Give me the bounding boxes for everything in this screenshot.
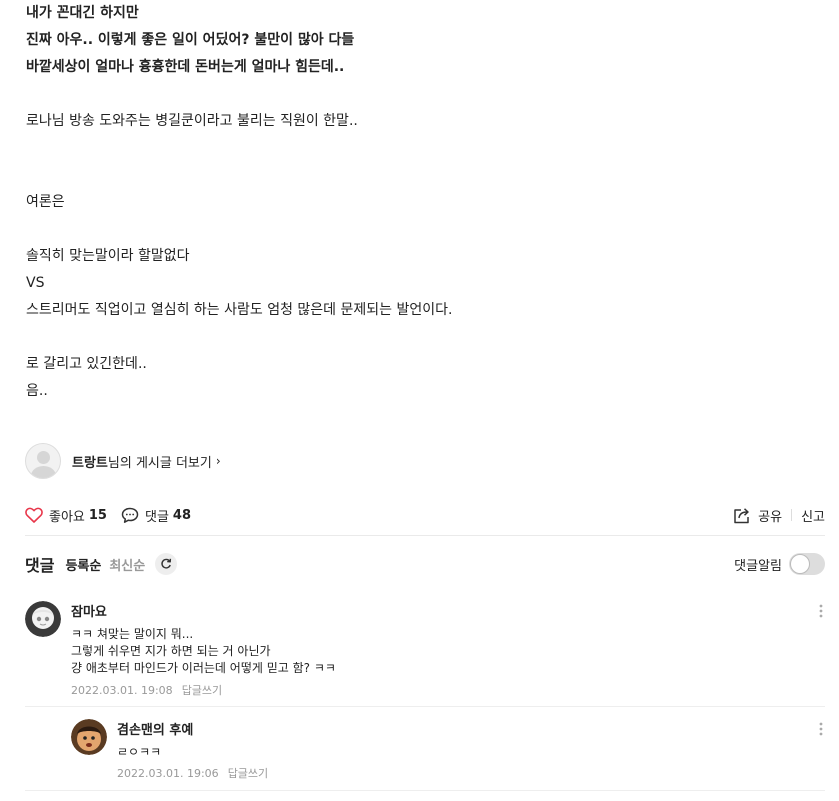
vertical-dots-icon[interactable]: [819, 604, 825, 618]
comment-count-button[interactable]: 댓글 48: [121, 506, 191, 525]
post-line: 여론은: [26, 194, 65, 210]
comment-date: 2022.03.01. 19:08: [71, 684, 173, 697]
comment-item: 잠마요 ㅋㅋ 쳐맞는 말이지 뭐... 그렇게 쉬우면 지가 하면 되는 거 아…: [25, 601, 825, 701]
comment-notify-label: 댓글알림: [734, 558, 782, 574]
report-button[interactable]: 신고: [801, 506, 825, 525]
comment-divider: [25, 790, 825, 791]
author-more-suffix[interactable]: 님의 게시글 더보기: [108, 452, 212, 471]
comments-header: 댓글 등록순 최신순 댓글알림: [25, 550, 825, 578]
post-line: 스트리머도 직업이고 열심히 하는 사람도 엄청 많은데 문제되는 발언이다.: [26, 302, 453, 318]
like-label: 좋아요: [49, 509, 85, 525]
vertical-dots-icon[interactable]: [819, 722, 825, 736]
share-label: 공유: [758, 509, 783, 525]
share-button[interactable]: 공유: [733, 506, 782, 525]
comment-divider: [25, 706, 825, 707]
comment-line: 그렇게 쉬우면 지가 하면 되는 거 아닌가: [71, 644, 271, 658]
comments-title: 댓글: [25, 556, 55, 575]
share-icon: [734, 507, 749, 523]
refresh-icon[interactable]: [155, 553, 178, 575]
post-body: 내가 꼰대긴 하지만진짜 아우.. 이렇게 좋은 일이 어딨어? 불만이 많아 …: [26, 0, 826, 405]
post-line: 진짜 아우.. 이렇게 좋은 일이 어딨어? 불만이 많아 다들: [26, 32, 355, 48]
comment-meta: 2022.03.01. 19:08 답글쓰기: [71, 682, 222, 698]
chevron-right-icon[interactable]: ›: [216, 454, 221, 468]
reply-button[interactable]: 답글쓰기: [182, 684, 222, 697]
post-line: 바깥세상이 얼마나 흉흉한데 돈버는게 얼마나 힘든데..: [26, 59, 345, 75]
author-nickname[interactable]: 트랑트: [72, 452, 108, 471]
commenter-avatar[interactable]: [71, 719, 107, 755]
post-line: 로나님 방송 도와주는 병길쿤이라고 불리는 직원이 한말..: [26, 113, 358, 129]
like-button[interactable]: 좋아요 15: [25, 506, 107, 525]
like-count: 15: [88, 507, 107, 523]
post-line: 로 갈리고 있긴한데..: [26, 356, 147, 372]
comment-count: 48: [172, 507, 191, 523]
action-separator: [791, 509, 793, 521]
post-line: 내가 꼰대긴 하지만: [26, 5, 139, 21]
comment-line: ㄹㅇㅋㅋ: [117, 745, 162, 759]
comment-notify-toggle[interactable]: [789, 553, 825, 575]
commenter-nickname[interactable]: 잠마요: [71, 601, 107, 620]
comment-date: 2022.03.01. 19:06: [117, 767, 219, 780]
section-divider: [25, 535, 825, 536]
sort-latest-tab[interactable]: 최신순: [109, 555, 145, 574]
comment-meta: 2022.03.01. 19:06 답글쓰기: [117, 765, 268, 781]
heart-outline-icon: [25, 507, 43, 523]
comment-label: 댓글: [144, 509, 169, 525]
commenter-nickname[interactable]: 겸손맨의 후예: [117, 719, 193, 738]
comment-line: ㅋㅋ 쳐맞는 말이지 뭐...: [71, 627, 194, 641]
post-line: VS: [26, 275, 45, 291]
comment-text: ㄹㅇㅋㅋ: [117, 744, 161, 761]
author-more-link[interactable]: 트랑트 님의 게시글 더보기 ›: [25, 442, 221, 480]
commenter-avatar[interactable]: [25, 601, 61, 637]
comment-line: 걍 애초부터 마인드가 이러는데 어떻게 믿고 함? ㅋㅋ: [71, 661, 336, 675]
reply-item: 겸손맨의 후예 ㄹㅇㅋㅋ 2022.03.01. 19:06 답글쓰기: [71, 719, 825, 783]
post-line: 솔직히 맞는말이라 할말없다: [26, 248, 190, 264]
post-line: 음..: [26, 383, 48, 399]
author-avatar[interactable]: [25, 443, 61, 479]
reply-button[interactable]: 답글쓰기: [228, 767, 268, 780]
sort-registered-tab[interactable]: 등록순: [65, 555, 101, 574]
post-action-bar: 좋아요 15 댓글 48 공유 신고: [25, 504, 825, 526]
comment-text: ㅋㅋ 쳐맞는 말이지 뭐... 그렇게 쉬우면 지가 하면 되는 거 아닌가 걍…: [71, 626, 336, 677]
speech-bubble-icon: [121, 507, 139, 523]
